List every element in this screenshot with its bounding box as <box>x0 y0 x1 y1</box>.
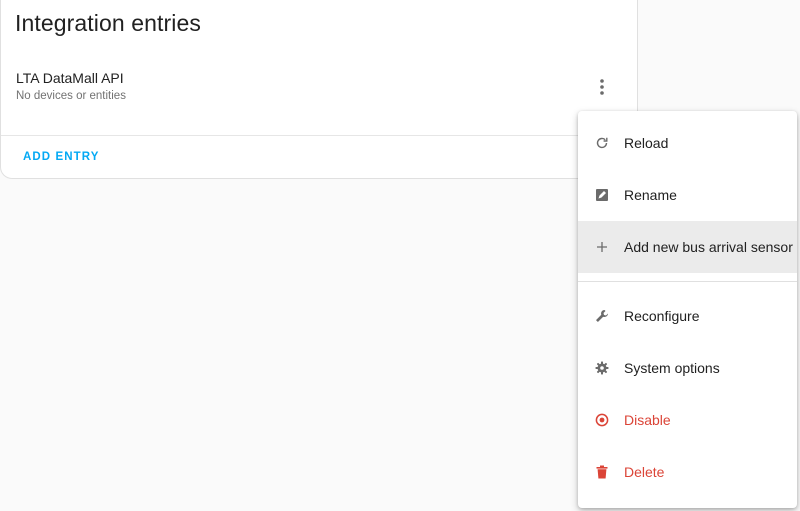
menu-item-reload[interactable]: Reload <box>578 117 797 169</box>
menu-item-label: Add new bus arrival sensor <box>624 239 793 255</box>
trash-icon <box>594 464 610 480</box>
menu-item-label: System options <box>624 360 720 376</box>
menu-item-label: Reconfigure <box>624 308 700 324</box>
card-divider <box>1 135 637 136</box>
gear-icon <box>594 360 610 376</box>
entry-subtitle: No devices or entities <box>16 90 126 102</box>
menu-item-rename[interactable]: Rename <box>578 169 797 221</box>
overflow-menu: Reload Rename Add new bus arrival sensor… <box>578 111 797 508</box>
menu-divider <box>578 281 797 282</box>
menu-item-add-bus-arrival-sensor[interactable]: Add new bus arrival sensor <box>578 221 797 273</box>
menu-item-label: Disable <box>624 412 671 428</box>
menu-item-label: Reload <box>624 135 669 151</box>
add-entry-button[interactable]: ADD ENTRY <box>23 151 100 163</box>
menu-item-label: Delete <box>624 464 665 480</box>
card-title: Integration entries <box>15 10 202 36</box>
menu-item-label: Rename <box>624 187 677 203</box>
disable-icon <box>594 412 610 428</box>
menu-item-delete[interactable]: Delete <box>578 446 797 498</box>
entry-name: LTA DataMall API <box>16 70 124 86</box>
reload-icon <box>594 135 610 151</box>
rename-icon <box>594 187 610 203</box>
overflow-menu-button[interactable] <box>590 75 614 99</box>
kebab-icon <box>600 79 604 95</box>
menu-item-system-options[interactable]: System options <box>578 342 797 394</box>
wrench-icon <box>594 308 610 324</box>
menu-item-disable[interactable]: Disable <box>578 394 797 446</box>
menu-item-reconfigure[interactable]: Reconfigure <box>578 290 797 342</box>
integration-entries-card: Integration entries LTA DataMall API No … <box>0 0 638 179</box>
plus-icon <box>594 239 610 255</box>
